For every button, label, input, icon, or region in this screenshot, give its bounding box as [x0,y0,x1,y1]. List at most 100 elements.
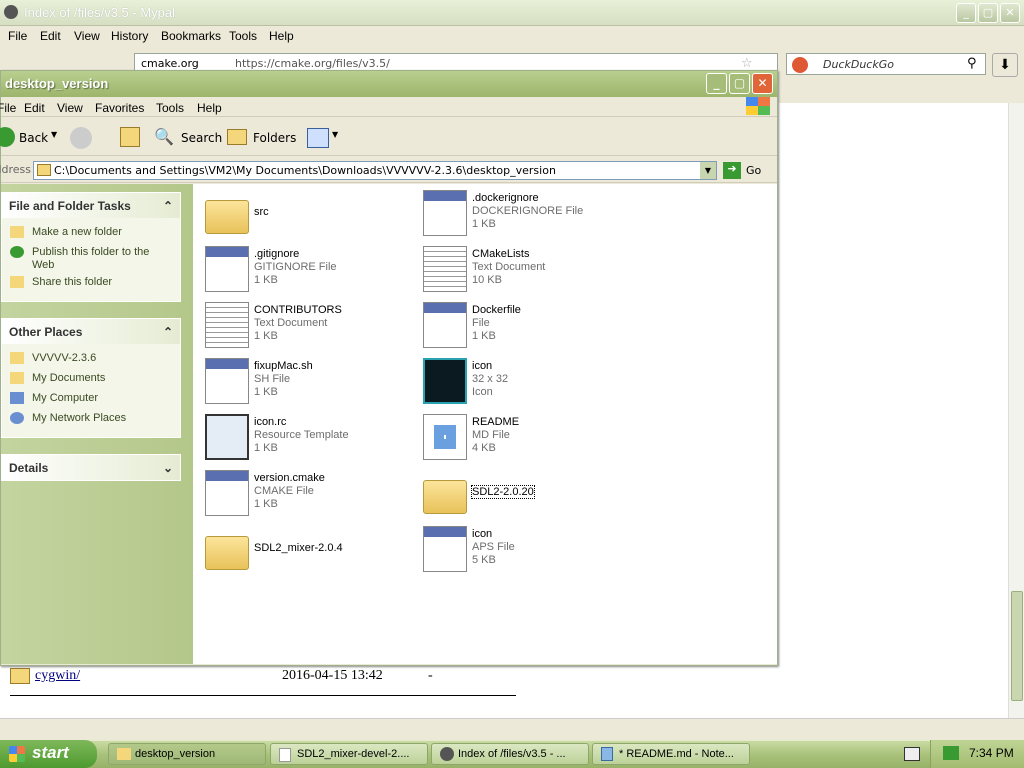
folders-icon[interactable] [227,129,247,145]
search-icon[interactable]: 🔍 [154,127,174,146]
file-item[interactable]: SDL2_mixer-2.0.4 [197,524,417,574]
file-item[interactable]: CMakeLists Text Document 10 KB [415,244,635,294]
windows-flag-icon [746,97,770,115]
download-icon[interactable]: ⬇ [992,53,1018,77]
views-dropdown-icon[interactable]: ▼ [332,130,338,139]
explorer-menu-help[interactable]: Help [197,101,222,115]
file-item[interactable]: version.cmake CMAKE File 1 KB [197,468,417,518]
collapse-icon[interactable]: ⌃ [163,199,173,213]
go-arrow-icon[interactable]: ➜ [723,162,741,179]
browser-menu-file[interactable]: File [8,29,27,43]
taskbar-item-sdl2-mixer[interactable]: SDL2_mixer-devel-2.... [270,743,428,765]
places-panel-heading: Other Places [9,325,83,339]
browser-menu-view[interactable]: View [74,29,100,43]
browser-scrollbar[interactable] [1008,103,1024,718]
file-size: 1 KB [254,442,278,454]
share-folder-icon [10,276,24,288]
views-icon[interactable] [307,128,329,148]
file-list-view: src .dockerignore DOCKERIGNORE File 1 KB .gi… [193,184,777,664]
bookmark-star-icon[interactable]: ☆ [741,56,753,71]
place-link-vvvvvv[interactable]: VVVVV-2.3.6 [32,352,96,364]
search-button[interactable]: Search [181,131,222,145]
file-item[interactable]: Dockerfile File 1 KB [415,300,635,350]
duckduckgo-icon [792,57,808,73]
file-type: SH File [254,373,291,385]
back-arrow-icon[interactable] [0,127,15,147]
file-item[interactable]: SDL2-2.0.20 [415,468,635,518]
file-item[interactable]: src [197,188,417,238]
folder-icon [10,668,30,684]
file-item[interactable]: README MD File 4 KB [415,412,635,462]
browser-menu-bookmarks[interactable]: Bookmarks [161,29,221,43]
file-item[interactable]: icon.rc Resource Template 1 KB [197,412,417,462]
browser-menu-help[interactable]: Help [269,29,294,43]
forward-arrow-icon[interactable] [70,127,92,149]
browser-menu-edit[interactable]: Edit [40,29,61,43]
address-dropdown-icon[interactable]: ▼ [700,162,716,179]
file-item[interactable]: .gitignore GITIGNORE File 1 KB [197,244,417,294]
task-label: * README.md - Note... [619,748,734,760]
explorer-menu-tools[interactable]: Tools [156,101,184,115]
browser-minimize-button[interactable]: _ [956,3,976,23]
start-button[interactable]: start [0,740,97,768]
explorer-window: desktop_version _ ▢ ✕ File Edit View Fav… [0,70,778,666]
collapse-icon[interactable]: ⌃ [163,325,173,339]
explorer-maximize-button[interactable]: ▢ [729,73,750,94]
file-item[interactable]: CONTRIBUTORS Text Document 1 KB [197,300,417,350]
file-item[interactable]: .dockerignore DOCKERIGNORE File 1 KB [415,188,635,238]
details-panel: Details ⌄ [1,454,181,481]
taskbar-item-notepad[interactable]: * README.md - Note... [592,743,750,765]
explorer-menu-edit[interactable]: Edit [24,101,45,115]
file-type: Text Document [472,261,546,273]
task-label: Index of /files/v3.5 - ... [458,748,566,760]
tasks-panel-heading: File and Folder Tasks [9,199,131,213]
explorer-menu-file[interactable]: File [0,101,16,115]
raccoon-app-icon [440,747,454,761]
file-item[interactable]: icon 32 x 32 Icon [415,356,635,406]
scrollbar-thumb[interactable] [1011,591,1023,701]
back-button[interactable]: Back [19,131,48,145]
file-name: SDL2_mixer-2.0.4 [254,542,343,554]
browser-menu-tools[interactable]: Tools [229,29,257,43]
browser-close-button[interactable]: ✕ [1000,3,1020,23]
browser-menu-history[interactable]: History [111,29,148,43]
place-link-my-computer[interactable]: My Computer [32,392,98,404]
other-places-panel: Other Places ⌃ VVVVV-2.3.6 My Documents M… [1,318,181,438]
network-tray-icon[interactable] [943,746,959,760]
go-button[interactable]: Go [746,164,761,177]
place-link-network-places[interactable]: My Network Places [32,412,126,424]
explorer-minimize-button[interactable]: _ [706,73,727,94]
explorer-title: desktop_version [5,76,109,91]
browser-maximize-button[interactable]: ▢ [978,3,998,23]
browser-search-box[interactable]: DuckDuckGo ⚲ [786,53,986,75]
explorer-menu-view[interactable]: View [57,101,83,115]
place-link-my-documents[interactable]: My Documents [32,372,105,384]
places-panel-title[interactable]: Other Places ⌃ [2,319,180,344]
keyboard-icon[interactable] [904,747,920,761]
game-icon-icon [423,358,467,404]
browser-menubar: File Edit View History Bookmarks Tools H… [0,26,1024,46]
file-type: Text Document [254,317,328,329]
explorer-menu-favorites[interactable]: Favorites [95,101,144,115]
back-dropdown-icon[interactable]: ▼ [51,130,57,139]
explorer-titlebar: desktop_version _ ▢ ✕ [1,71,777,97]
address-label: Address [0,163,31,176]
taskbar-item-browser[interactable]: Index of /files/v3.5 - ... [431,743,589,765]
details-panel-title[interactable]: Details ⌄ [2,455,180,480]
file-type: MD File [472,429,510,441]
expand-icon[interactable]: ⌄ [163,461,173,475]
file-item[interactable]: fixupMac.sh SH File 1 KB [197,356,417,406]
explorer-close-button[interactable]: ✕ [752,73,773,94]
tasks-panel-title[interactable]: File and Folder Tasks ⌃ [2,193,180,218]
file-item[interactable]: icon APS File 5 KB [415,524,635,574]
address-input[interactable]: C:\Documents and Settings\VM2\My Documen… [33,161,717,180]
share-folder-link[interactable]: Share this folder [32,276,112,288]
publish-folder-link[interactable]: Publish this folder to the Web [32,246,162,272]
folder-up-icon[interactable] [120,127,140,147]
folder-icon [205,536,249,570]
folders-button[interactable]: Folders [253,131,296,145]
search-icon[interactable]: ⚲ [967,56,977,71]
taskbar-item-explorer[interactable]: desktop_version [108,743,266,765]
listing-link-cygwin[interactable]: cygwin/ [35,668,80,684]
make-new-folder-link[interactable]: Make a new folder [32,226,122,238]
